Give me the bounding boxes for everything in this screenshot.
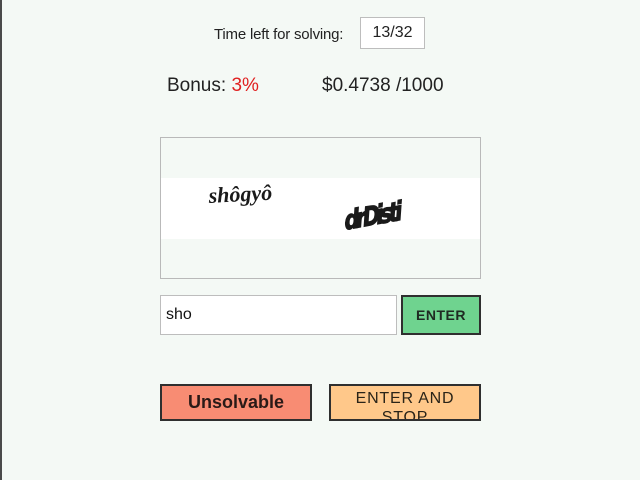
bonus-stat: Bonus: 3% <box>167 75 259 97</box>
window-edge <box>0 0 2 480</box>
enter-button[interactable]: ENTER <box>401 295 481 335</box>
captcha-word-1: shôgyô <box>207 180 273 208</box>
timer-label: Time left for solving: <box>214 26 344 43</box>
unsolvable-button[interactable]: Unsolvable <box>160 384 312 421</box>
earnings-rate: $0.4738 /1000 <box>322 75 444 96</box>
bonus-label: Bonus: <box>167 75 227 96</box>
timer-row: Time left for solving: 13/32 <box>0 17 640 51</box>
bonus-value: 3% <box>231 75 259 96</box>
enter-and-stop-button[interactable]: ENTER AND STOP <box>329 384 481 421</box>
captcha-image: shôgyô drDisti <box>161 178 480 239</box>
captcha-word-2: drDisti <box>344 195 403 236</box>
answer-input[interactable] <box>160 295 397 335</box>
captcha-frame: shôgyô drDisti <box>160 137 481 279</box>
timer-value: 13/32 <box>360 17 425 49</box>
captcha-svg: shôgyô drDisti <box>207 180 403 237</box>
